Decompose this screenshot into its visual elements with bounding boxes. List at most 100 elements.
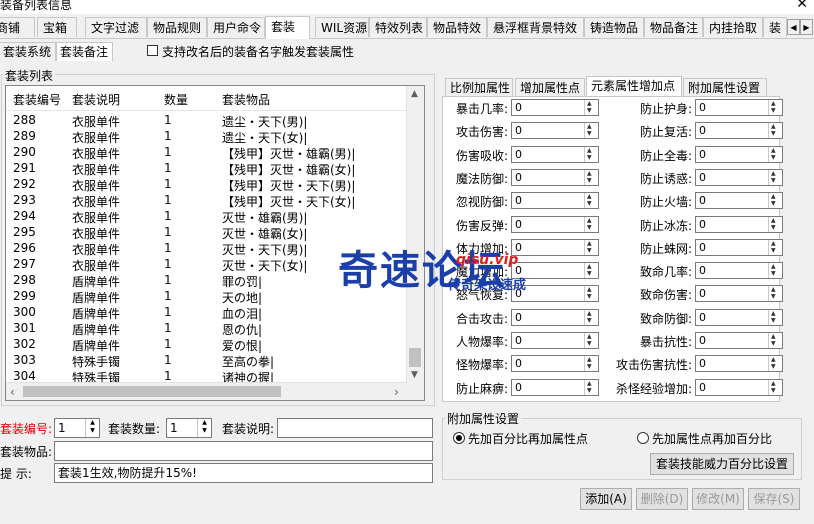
attr-spin-input[interactable]: 0 ▲ ▼ — [695, 192, 783, 210]
tab-item-effects[interactable]: 物品特效 — [427, 17, 487, 37]
attr-spin-input[interactable]: 0 ▲ ▼ — [695, 215, 783, 233]
attr-spin-input[interactable]: 0 ▲ ▼ — [695, 168, 783, 186]
attr-spin-input[interactable]: 0 ▲ ▼ — [695, 308, 783, 326]
skill-percent-button[interactable]: 套装技能威力百分比设置 — [650, 453, 794, 475]
attr-spin-input[interactable]: 0 ▲ ▼ — [511, 215, 599, 233]
attr-spin-input[interactable]: 0 ▲ ▼ — [511, 145, 599, 163]
scroll-thumb[interactable] — [409, 348, 421, 367]
table-row[interactable]: 289 衣服单件 1 遗尘・天下(女)| — [6, 128, 406, 145]
delete-button[interactable]: 删除(D) — [636, 488, 688, 510]
attr-spin-input[interactable]: 0 ▲ ▼ — [695, 285, 783, 303]
table-row[interactable]: 303 特殊手镯 1 至高の拳| — [6, 352, 406, 369]
tab-effect-list[interactable]: 特效列表 — [369, 17, 427, 37]
spin-stepper-icon[interactable]: ▲ ▼ — [584, 239, 598, 255]
spin-stepper-icon[interactable]: ▲ ▼ — [768, 263, 782, 279]
attr-spin-input[interactable]: 0 ▲ ▼ — [511, 355, 599, 373]
attr-spin-input[interactable]: 0 ▲ ▼ — [695, 145, 783, 163]
table-row[interactable]: 292 衣服单件 1 【残甲】灭世・天下(男)| — [6, 176, 406, 193]
tab-auto-pickup[interactable]: 内挂拾取 — [703, 17, 763, 37]
table-row[interactable]: 290 衣服单件 1 【残甲】灭世・雄霸(男)| — [6, 144, 406, 161]
attr-spin-input[interactable]: 0 ▲ ▼ — [695, 238, 783, 256]
suit-count-spin[interactable]: 1 ▲ ▼ — [166, 418, 212, 438]
spin-stepper-icon[interactable]: ▲ ▼ — [768, 169, 782, 185]
tab-user-commands[interactable]: 用户命令 — [207, 17, 265, 37]
spin-stepper-icon[interactable]: ▲ ▼ — [584, 379, 598, 395]
tab-scroll-right-icon[interactable]: ▶ — [800, 19, 813, 35]
spin-stepper-icon[interactable]: ▲ ▼ — [768, 379, 782, 395]
table-row[interactable]: 288 衣服单件 1 遗尘・天下(男)| — [6, 112, 406, 129]
spin-stepper-icon[interactable]: ▲ ▼ — [584, 333, 598, 348]
spin-stepper-icon[interactable]: ▲ ▼ — [768, 333, 782, 348]
attr-spin-input[interactable]: 0 ▲ ▼ — [511, 99, 599, 116]
spin-stepper-icon[interactable]: ▲ ▼ — [768, 193, 782, 209]
attr-spin-input[interactable]: 0 ▲ ▼ — [695, 99, 783, 116]
spin-stepper-icon[interactable]: ▲ ▼ — [768, 239, 782, 255]
tab-forge-items[interactable]: 铸造物品 — [584, 17, 644, 37]
tab-text-filter[interactable]: 文字过滤 — [85, 17, 147, 37]
suit-count-stepper-icon[interactable]: ▲ ▼ — [197, 419, 211, 437]
attr-spin-input[interactable]: 0 ▲ ▼ — [695, 332, 783, 349]
tab-overflow[interactable]: 装 — [763, 17, 787, 37]
tab-ratio-attrs[interactable]: 比例加属性 — [445, 78, 513, 97]
subtab-suit-notes[interactable]: 套装备注 — [56, 42, 113, 61]
spin-stepper-icon[interactable]: ▲ ▼ — [584, 356, 598, 372]
modify-button[interactable]: 修改(M) — [692, 488, 744, 510]
attr-spin-input[interactable]: 0 ▲ ▼ — [511, 332, 599, 349]
attr-spin-input[interactable]: 0 ▲ ▼ — [695, 122, 783, 140]
spin-stepper-icon[interactable]: ▲ ▼ — [768, 146, 782, 162]
suit-id-stepper-icon[interactable]: ▲ ▼ — [85, 419, 99, 437]
spin-stepper-icon[interactable]: ▲ ▼ — [768, 100, 782, 115]
attr-spin-input[interactable]: 0 ▲ ▼ — [511, 378, 599, 396]
scroll-right-icon[interactable]: › — [394, 385, 399, 399]
attr-spin-input[interactable]: 0 ▲ ▼ — [695, 262, 783, 280]
spin-stepper-icon[interactable]: ▲ ▼ — [584, 286, 598, 302]
table-row[interactable]: 293 衣服单件 1 【残甲】灭世・天下(女)| — [6, 192, 406, 209]
attr-spin-input[interactable]: 0 ▲ ▼ — [511, 122, 599, 140]
tab-item-rules[interactable]: 物品规则 — [147, 17, 207, 37]
subtab-suit-system[interactable]: 套装系统 — [0, 42, 56, 61]
spin-stepper-icon[interactable]: ▲ ▼ — [584, 263, 598, 279]
attr-spin-input[interactable]: 0 ▲ ▼ — [511, 168, 599, 186]
attr-spin-input[interactable]: 0 ▲ ▼ — [511, 308, 599, 326]
hint-input[interactable]: 套装1生效,物防提升15%! — [54, 463, 433, 483]
add-button[interactable]: 添加(A) — [580, 488, 632, 510]
tab-scroll-left-icon[interactable]: ◀ — [787, 19, 800, 35]
table-row[interactable]: 302 盾牌单件 1 爱の恨| — [6, 336, 406, 353]
tab-extra-attrs[interactable]: 附加属性设置 — [683, 78, 767, 97]
column-header-count[interactable]: 数量 — [164, 91, 188, 108]
attr-spin-input[interactable]: 0 ▲ ▼ — [511, 238, 599, 256]
tab-wil-resources[interactable]: WIL资源 — [315, 17, 369, 37]
spin-stepper-icon[interactable]: ▲ ▼ — [768, 309, 782, 325]
tab-shop[interactable]: 商铺 — [0, 17, 35, 37]
table-row[interactable]: 301 盾牌单件 1 恩の仇| — [6, 320, 406, 337]
suit-items-input[interactable] — [54, 441, 433, 461]
spin-stepper-icon[interactable]: ▲ ▼ — [768, 286, 782, 302]
rename-trigger-checkbox[interactable] — [147, 45, 158, 56]
radio-points-first[interactable] — [637, 432, 649, 444]
radio-percent-first[interactable] — [453, 432, 465, 444]
hscroll-thumb[interactable] — [23, 386, 281, 397]
close-icon[interactable]: ✕ — [796, 0, 808, 12]
spin-stepper-icon[interactable]: ▲ ▼ — [584, 100, 598, 115]
scroll-down-icon[interactable]: ▼ — [411, 370, 418, 380]
table-horizontal-scrollbar[interactable]: ‹ › — [6, 382, 407, 400]
column-header-desc[interactable]: 套装说明 — [72, 91, 120, 108]
scroll-left-icon[interactable]: ‹ — [10, 385, 15, 399]
table-row[interactable]: 294 衣服单件 1 灭世・雄霸(男)| — [6, 208, 406, 225]
column-header-id[interactable]: 套装编号 — [13, 91, 61, 108]
attr-spin-input[interactable]: 0 ▲ ▼ — [695, 355, 783, 373]
table-row[interactable]: 291 衣服单件 1 【残甲】灭世・雄霸(女)| — [6, 160, 406, 177]
scroll-up-icon[interactable]: ▲ — [411, 89, 418, 99]
tab-suits[interactable]: 套装 — [265, 16, 310, 39]
suit-id-spin[interactable]: 1 ▲ ▼ — [54, 418, 100, 438]
spin-stepper-icon[interactable]: ▲ ▼ — [768, 356, 782, 372]
spin-stepper-icon[interactable]: ▲ ▼ — [768, 123, 782, 139]
spin-stepper-icon[interactable]: ▲ ▼ — [584, 216, 598, 232]
spin-stepper-icon[interactable]: ▲ ▼ — [584, 146, 598, 162]
suit-desc-input[interactable] — [277, 418, 433, 438]
tab-add-points[interactable]: 增加属性点 — [515, 78, 585, 97]
spin-stepper-icon[interactable]: ▲ ▼ — [584, 193, 598, 209]
tab-element-points[interactable]: 元素属性增加点 — [586, 76, 682, 97]
attr-spin-input[interactable]: 0 ▲ ▼ — [511, 192, 599, 210]
tab-item-notes[interactable]: 物品备注 — [644, 17, 703, 37]
